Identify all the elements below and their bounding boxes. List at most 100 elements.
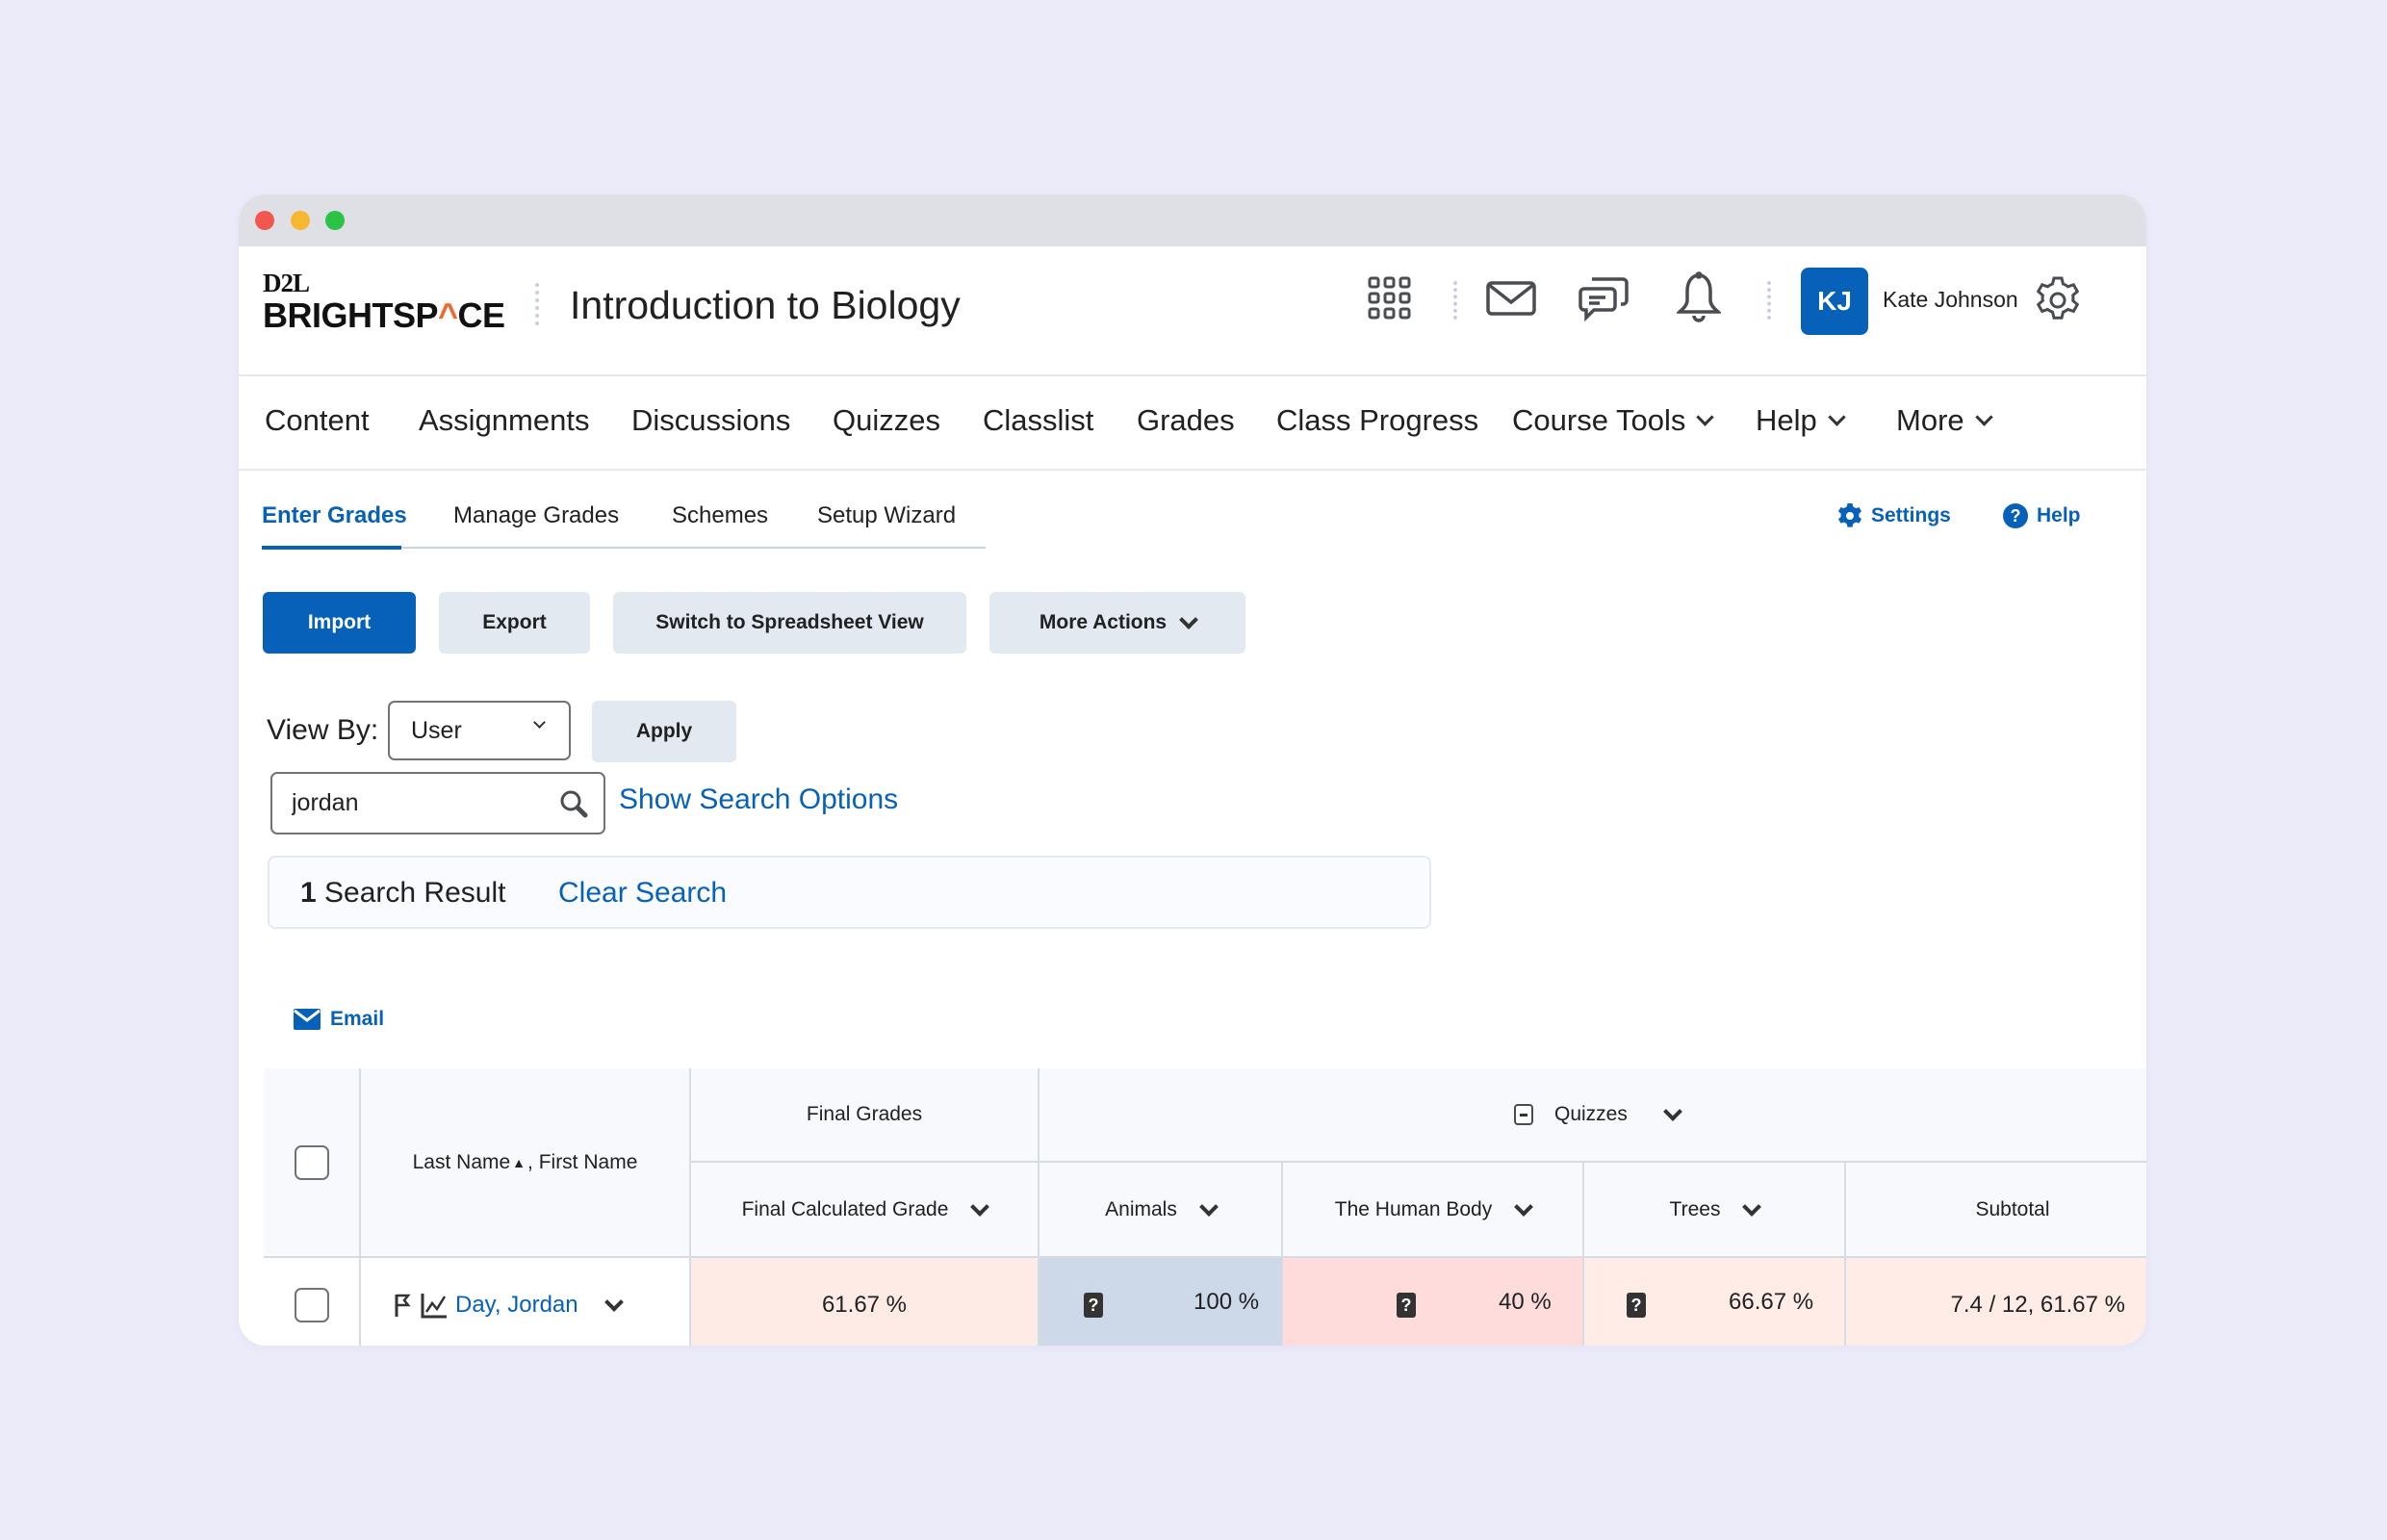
chevron-down-icon <box>1696 407 1715 426</box>
email-label: Email <box>330 1008 385 1030</box>
final-calculated-cell[interactable]: 61.67 % <box>691 1258 1040 1346</box>
switch-spreadsheet-view-button[interactable]: Switch to Spreadsheet View <box>613 592 966 654</box>
question-icon: ? <box>1397 1293 1416 1318</box>
view-by-label: View By: <box>267 714 379 746</box>
bell-icon[interactable] <box>1675 271 1723 328</box>
row-checkbox[interactable] <box>294 1288 329 1322</box>
progress-chart-icon[interactable] <box>421 1292 448 1319</box>
subtotal-label: Subtotal <box>1975 1197 2050 1220</box>
animals-header[interactable]: Animals <box>1040 1163 1283 1258</box>
brightspace-logo[interactable]: D2L BRIGHTSP^CE <box>263 270 505 335</box>
settings-link[interactable]: Settings <box>1836 502 1951 529</box>
nav-item-classlist[interactable]: Classlist <box>983 403 1093 438</box>
nav-item-content[interactable]: Content <box>265 403 370 438</box>
final-calculated-value[interactable]: 61.67 % <box>822 1292 907 1319</box>
animals-label: Animals <box>1105 1197 1177 1220</box>
import-label: Import <box>307 611 372 633</box>
svg-text:?: ? <box>2011 506 2021 526</box>
search-field[interactable] <box>270 772 605 834</box>
animals-grade-cell[interactable]: ? 100 % <box>1040 1258 1283 1346</box>
nav-item-label: More <box>1896 403 1964 437</box>
nav-item-label: Grades <box>1137 403 1235 437</box>
mail-icon[interactable] <box>1486 281 1536 321</box>
nav-item-label: Quizzes <box>833 403 940 437</box>
nav-item-grades[interactable]: Grades <box>1137 403 1235 438</box>
trees-grade-value: 66.67 % <box>1729 1289 1814 1315</box>
logo-text-post: CE <box>457 295 506 335</box>
final-grades-label: Final Grades <box>806 1103 923 1125</box>
chevron-down-icon[interactable] <box>1742 1196 1762 1217</box>
tab-manage-grades[interactable]: Manage Grades <box>453 502 619 529</box>
trees-header[interactable]: Trees <box>1584 1163 1846 1258</box>
chevron-down-icon[interactable] <box>1662 1102 1682 1121</box>
email-button[interactable]: Email <box>294 1008 384 1031</box>
maximize-window-button[interactable] <box>325 211 345 230</box>
nav-item-course-tools[interactable]: Course Tools <box>1512 403 1715 438</box>
nav-item-more[interactable]: More <box>1896 403 1993 438</box>
select-all-checkbox[interactable] <box>294 1144 329 1180</box>
header-divider <box>535 283 539 325</box>
chevron-down-icon[interactable] <box>970 1196 990 1217</box>
course-navbar: Content Assignments Discussions Quizzes … <box>239 374 2146 471</box>
tab-setup-wizard[interactable]: Setup Wizard <box>817 502 956 529</box>
gear-icon[interactable] <box>2033 275 2083 330</box>
trees-grade-cell[interactable]: ? 66.67 % <box>1584 1258 1846 1346</box>
chat-icon[interactable] <box>1578 273 1629 326</box>
human-body-grade-cell[interactable]: ? 40 % <box>1283 1258 1584 1346</box>
final-calculated-header[interactable]: Final Calculated Grade <box>691 1163 1040 1258</box>
search-input[interactable] <box>292 785 552 820</box>
close-window-button[interactable] <box>255 211 274 230</box>
nav-item-discussions[interactable]: Discussions <box>631 403 790 438</box>
chevron-down-icon[interactable] <box>1198 1196 1219 1217</box>
nav-item-assignments[interactable]: Assignments <box>419 403 589 438</box>
search-icon[interactable] <box>559 789 588 818</box>
chevron-down-icon <box>1179 610 1199 629</box>
show-search-options-link[interactable]: Show Search Options <box>619 783 898 816</box>
subtotal-cell: 7.4 / 12, 61.67 % <box>1846 1258 2146 1346</box>
course-title[interactable]: Introduction to Biology <box>570 283 961 328</box>
chevron-down-icon[interactable] <box>603 1293 624 1312</box>
nav-item-help[interactable]: Help <box>1756 403 1846 438</box>
view-by-select[interactable]: User <box>388 701 571 760</box>
help-link[interactable]: ? Help <box>2002 502 2081 529</box>
name-column-header[interactable]: Last Name ▲ , First Name <box>361 1068 691 1258</box>
apply-button[interactable]: Apply <box>592 701 736 762</box>
grades-table: Last Name ▲ , First Name Final Grades Qu… <box>264 1068 2146 1346</box>
question-icon: ? <box>1084 1293 1103 1318</box>
spreadsheet-label: Switch to Spreadsheet View <box>655 611 924 633</box>
gear-icon <box>1838 503 1861 527</box>
nav-item-label: Content <box>265 403 370 437</box>
clear-search-link[interactable]: Clear Search <box>558 877 727 910</box>
user-avatar[interactable]: KJ <box>1801 268 1868 335</box>
sort-first-name[interactable]: , First Name <box>527 1151 637 1174</box>
student-name-link[interactable]: Day, Jordan <box>455 1292 578 1319</box>
nav-item-class-progress[interactable]: Class Progress <box>1276 403 1478 438</box>
animals-grade-value: 100 % <box>1194 1289 1260 1315</box>
nav-item-label: Classlist <box>983 403 1094 437</box>
sort-last-name[interactable]: Last Name <box>413 1151 511 1174</box>
user-name[interactable]: Kate Johnson <box>1883 287 2018 313</box>
collapse-icon[interactable] <box>1514 1104 1533 1125</box>
header-divider <box>1453 281 1457 320</box>
help-circle-icon: ? <box>2003 503 2028 528</box>
minimize-window-button[interactable] <box>291 211 310 230</box>
flag-icon[interactable] <box>394 1293 413 1318</box>
human-body-header[interactable]: The Human Body <box>1283 1163 1584 1258</box>
chevron-down-icon[interactable] <box>1514 1196 1534 1217</box>
tab-enter-grades[interactable]: Enter Grades <box>262 502 407 529</box>
more-actions-label: More Actions <box>1039 611 1168 633</box>
apps-grid-icon[interactable] <box>1367 275 1413 326</box>
quizzes-group-header[interactable]: Quizzes <box>1040 1068 2146 1163</box>
nav-item-quizzes[interactable]: Quizzes <box>833 403 940 438</box>
logo-text-pre: BRIGHTSP <box>263 295 439 335</box>
search-results-bar: 1 Search Result Clear Search <box>268 856 1431 929</box>
active-tab-indicator <box>262 546 401 550</box>
sort-ascending-icon: ▲ <box>512 1154 526 1170</box>
final-calculated-label: Final Calculated Grade <box>741 1197 949 1220</box>
select-all-cell <box>264 1068 361 1258</box>
more-actions-button[interactable]: More Actions <box>989 592 1245 654</box>
import-button[interactable]: Import <box>263 592 416 654</box>
nav-item-label: Help <box>1756 403 1817 437</box>
tab-schemes[interactable]: Schemes <box>672 502 768 529</box>
export-button[interactable]: Export <box>439 592 590 654</box>
